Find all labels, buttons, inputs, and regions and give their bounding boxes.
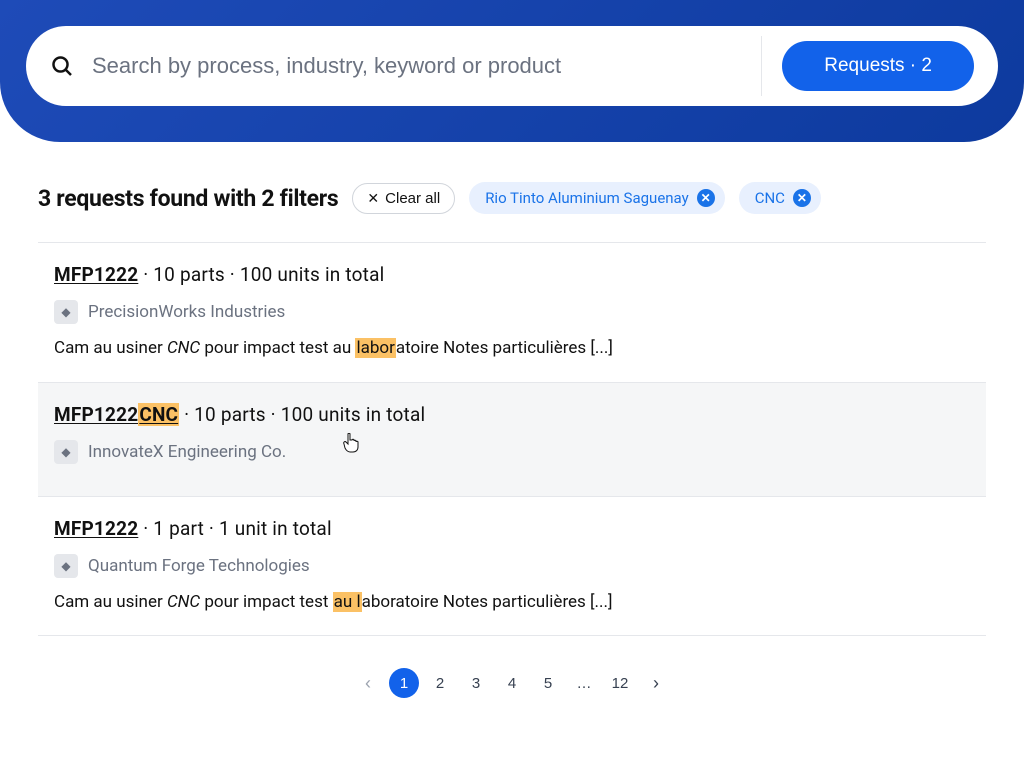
pagination-page[interactable]: 1: [389, 668, 419, 698]
pagination-page[interactable]: 5: [533, 668, 563, 698]
search-input[interactable]: [92, 53, 741, 79]
company-row: ◆ PrecisionWorks Industries: [54, 300, 986, 324]
result-description: Cam au usiner CNC pour impact test au la…: [54, 336, 986, 362]
filter-chip-label: CNC: [755, 189, 785, 207]
pagination-ellipsis: …: [569, 668, 599, 698]
pagination-next[interactable]: ›: [641, 668, 671, 698]
chip-close-icon[interactable]: ✕: [793, 189, 811, 207]
filter-chip[interactable]: CNC ✕: [739, 182, 821, 214]
result-id-link[interactable]: MFP1222CNC: [54, 403, 179, 426]
company-row: ◆ Quantum Forge Technologies: [54, 554, 986, 578]
result-title: MFP1222CNC · 10 parts · 100 units in tot…: [54, 403, 986, 426]
results-list: MFP1222 · 10 parts · 100 units in total ◆…: [38, 242, 986, 636]
pagination-prev[interactable]: ‹: [353, 668, 383, 698]
content-area: 3 requests found with 2 filters ✕ Clear …: [0, 142, 1024, 738]
company-logo: ◆: [54, 440, 78, 464]
result-item[interactable]: MFP1222CNC · 10 parts · 100 units in tot…: [38, 383, 986, 497]
pagination-page[interactable]: 2: [425, 668, 455, 698]
result-title: MFP1222 · 1 part · 1 unit in total: [54, 517, 986, 540]
company-name: InnovateX Engineering Co.: [88, 442, 286, 462]
pagination-page[interactable]: 3: [461, 668, 491, 698]
clear-all-label: Clear all: [385, 190, 440, 207]
result-item[interactable]: MFP1222 · 10 parts · 100 units in total ◆…: [38, 243, 986, 383]
header-background: Requests · 2: [0, 0, 1024, 142]
company-logo: ◆: [54, 300, 78, 324]
company-row: ◆ InnovateX Engineering Co.: [54, 440, 986, 464]
result-id-link[interactable]: MFP1222: [54, 517, 138, 540]
filter-chip[interactable]: Rio Tinto Aluminium Saguenay ✕: [469, 182, 725, 214]
pagination: ‹12345…12›: [38, 668, 986, 698]
clear-all-button[interactable]: ✕ Clear all: [352, 183, 455, 214]
search-icon: [50, 54, 74, 78]
pagination-page[interactable]: 4: [497, 668, 527, 698]
search-divider: [761, 36, 762, 96]
close-icon: ✕: [367, 191, 379, 205]
results-title: 3 requests found with 2 filters: [38, 185, 338, 212]
requests-button[interactable]: Requests · 2: [782, 41, 974, 91]
company-name: PrecisionWorks Industries: [88, 302, 285, 322]
chip-close-icon[interactable]: ✕: [697, 189, 715, 207]
company-logo: ◆: [54, 554, 78, 578]
result-title: MFP1222 · 10 parts · 100 units in total: [54, 263, 986, 286]
filter-row: 3 requests found with 2 filters ✕ Clear …: [38, 182, 986, 214]
result-id-link[interactable]: MFP1222: [54, 263, 138, 286]
result-description: Cam au usiner CNC pour impact test au la…: [54, 590, 986, 616]
filter-chip-label: Rio Tinto Aluminium Saguenay: [485, 189, 689, 207]
search-bar: Requests · 2: [26, 26, 998, 106]
pagination-page[interactable]: 12: [605, 668, 635, 698]
result-item[interactable]: MFP1222 · 1 part · 1 unit in total ◆ Quant…: [38, 497, 986, 637]
company-name: Quantum Forge Technologies: [88, 556, 310, 576]
